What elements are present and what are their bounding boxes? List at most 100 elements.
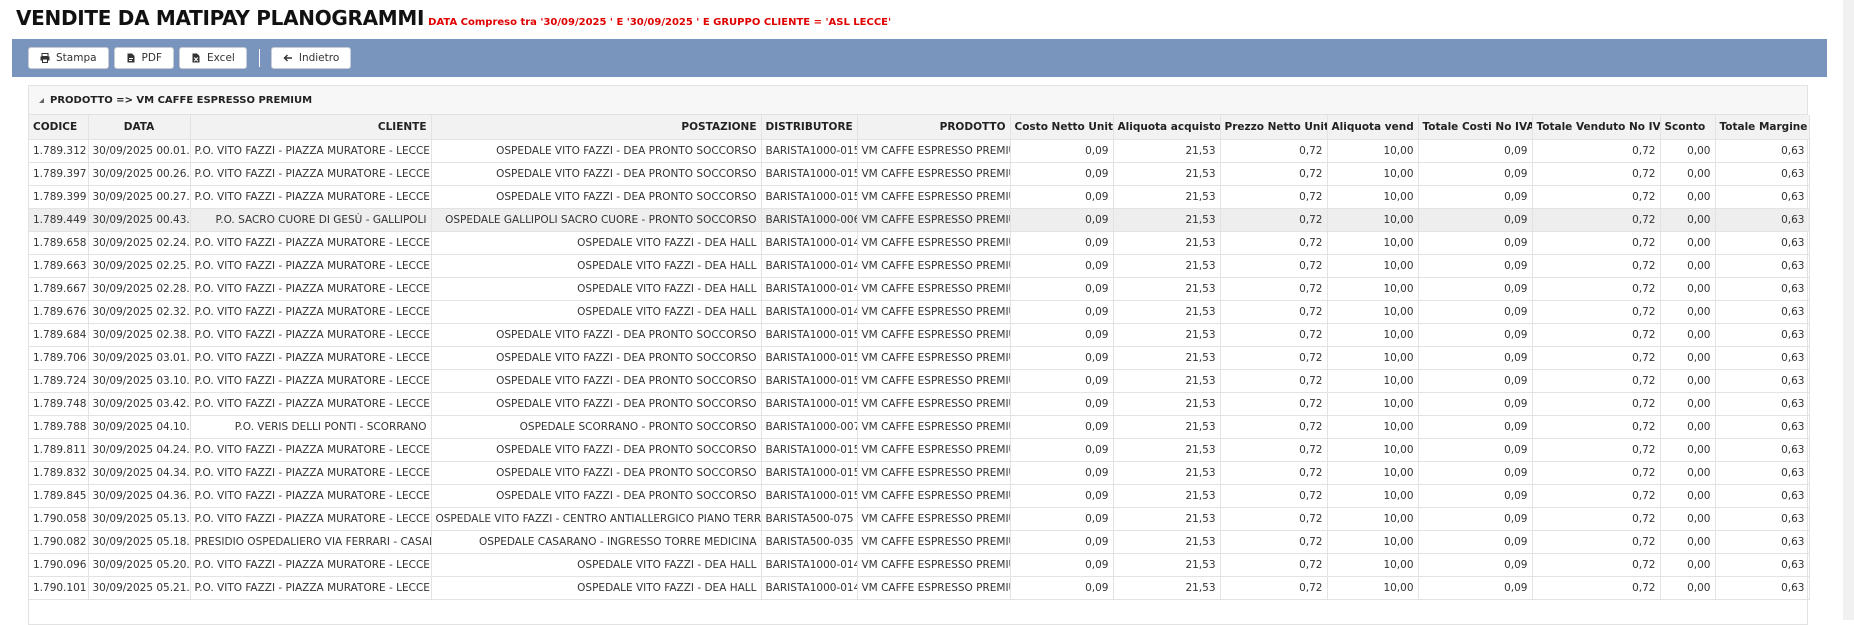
cell-codice: 1.789.663 [29,254,89,278]
excel-button[interactable]: Excel [179,47,247,69]
cell-data: 30/09/2025 00.01.40 [88,139,191,163]
cell-totale-costi: 0,09 [1418,369,1533,393]
print-button[interactable]: Stampa [28,47,109,69]
cell-postazione: OSPEDALE VITO FAZZI - DEA PRONTO SOCCORS… [431,162,762,186]
cell-costo-netto-unit: 0,09 [1010,300,1114,324]
cell-prodotto: VM CAFFE ESPRESSO PREMIUM [857,461,1011,485]
cell-totale-venduto: 0,72 [1532,461,1661,485]
col-header-sconto[interactable]: Sconto [1660,115,1716,140]
cell-aliquota-acquisto: 21,53 [1113,300,1221,324]
table-row[interactable]: 1.790.10130/09/2025 05.21.43P.O. VITO FA… [29,576,1810,600]
cell-prodotto: VM CAFFE ESPRESSO PREMIUM [857,553,1011,577]
table-row[interactable]: 1.789.66730/09/2025 02.28.22P.O. VITO FA… [29,277,1810,301]
cell-cliente: P.O. VITO FAZZI - PIAZZA MURATORE - LECC… [190,231,432,255]
cell-totale-venduto: 0,72 [1532,369,1661,393]
col-header-postazione[interactable]: POSTAZIONE [431,115,762,140]
cell-postazione: OSPEDALE CASARANO - INGRESSO TORRE MEDIC… [431,530,762,554]
col-header-prezzo-netto-unit[interactable]: Prezzo Netto Unit [1220,115,1328,140]
table-row[interactable]: 1.789.66330/09/2025 02.25.32P.O. VITO FA… [29,254,1810,278]
cell-sconto: 0,00 [1660,369,1716,393]
cell-totale-costi: 0,09 [1418,231,1533,255]
cell-cliente: P.O. VITO FAZZI - PIAZZA MURATORE - LECC… [190,438,432,462]
cell-totale-costi: 0,09 [1418,530,1533,554]
col-header-data[interactable]: DATA [88,115,191,140]
cell-totale-costi: 0,09 [1418,208,1533,232]
table-row[interactable]: 1.789.70630/09/2025 03.01.33P.O. VITO FA… [29,346,1810,370]
cell-prodotto: VM CAFFE ESPRESSO PREMIUM [857,392,1011,416]
cell-sconto: 0,00 [1660,277,1716,301]
table-row[interactable]: 1.789.81130/09/2025 04.24.14P.O. VITO FA… [29,438,1810,462]
cell-prodotto: VM CAFFE ESPRESSO PREMIUM [857,415,1011,439]
back-button[interactable]: Indietro [270,47,352,69]
cell-aliquota-acquisto: 21,53 [1113,576,1221,600]
col-header-aliquota-acquisto[interactable]: Aliquota acquisto [1113,115,1221,140]
cell-totale-margine: 0,63 [1715,208,1810,232]
pdf-button[interactable]: PDF [113,47,175,69]
cell-distributore: BARISTA1000-014 [761,254,858,278]
cell-costo-netto-unit: 0,09 [1010,323,1114,347]
back-button-label: Indietro [298,52,340,64]
col-header-codice[interactable]: CODICE [29,115,89,140]
cell-costo-netto-unit: 0,09 [1010,369,1114,393]
table-row[interactable]: 1.789.44930/09/2025 00.43.48P.O. SACRO C… [29,208,1810,232]
group-header[interactable]: PRODOTTO => VM CAFFE ESPRESSO PREMIUM [29,86,1807,115]
cell-aliquota-vend: 10,00 [1327,254,1419,278]
cell-codice: 1.789.724 [29,369,89,393]
cell-cliente: P.O. VITO FAZZI - PIAZZA MURATORE - LECC… [190,346,432,370]
cell-prezzo-netto-unit: 0,72 [1220,461,1328,485]
col-header-costo-netto-unit[interactable]: Costo Netto Unit [1010,115,1114,140]
col-header-aliquota-vend[interactable]: Aliquota vend [1327,115,1419,140]
cell-prodotto: VM CAFFE ESPRESSO PREMIUM [857,507,1011,531]
col-header-cliente[interactable]: CLIENTE [190,115,432,140]
table-row[interactable]: 1.789.84530/09/2025 04.36.28P.O. VITO FA… [29,484,1810,508]
cell-prodotto: VM CAFFE ESPRESSO PREMIUM [857,576,1011,600]
cell-data: 30/09/2025 05.20.12 [88,553,191,577]
table-row[interactable]: 1.790.09630/09/2025 05.20.12P.O. VITO FA… [29,553,1810,577]
cell-totale-margine: 0,63 [1715,530,1810,554]
cell-totale-costi: 0,09 [1418,415,1533,439]
table-row[interactable]: 1.789.78830/09/2025 04.10.59P.O. VERIS D… [29,415,1810,439]
table-row[interactable]: 1.790.05830/09/2025 05.13.43P.O. VITO FA… [29,507,1810,531]
cell-codice: 1.789.832 [29,461,89,485]
table-row[interactable]: 1.789.72430/09/2025 03.10.47P.O. VITO FA… [29,369,1810,393]
table-row[interactable]: 1.790.08230/09/2025 05.18.05PRESIDIO OSP… [29,530,1810,554]
cell-data: 30/09/2025 05.21.43 [88,576,191,600]
printer-icon [40,53,50,63]
cell-data: 30/09/2025 00.26.07 [88,162,191,186]
table-row[interactable]: 1.789.74830/09/2025 03.42.38P.O. VITO FA… [29,392,1810,416]
table-row[interactable]: 1.789.83230/09/2025 04.34.24P.O. VITO FA… [29,461,1810,485]
cell-prodotto: VM CAFFE ESPRESSO PREMIUM [857,185,1011,209]
table-row[interactable]: 1.789.65830/09/2025 02.24.01P.O. VITO FA… [29,231,1810,255]
cell-distributore: BARISTA1000-014 [761,300,858,324]
toolbar-separator [258,49,260,67]
cell-totale-margine: 0,63 [1715,484,1810,508]
cell-cliente: P.O. VITO FAZZI - PIAZZA MURATORE - LECC… [190,461,432,485]
cell-aliquota-vend: 10,00 [1327,369,1419,393]
col-header-prodotto[interactable]: PRODOTTO [857,115,1011,140]
cell-totale-venduto: 0,72 [1532,208,1661,232]
cell-totale-margine: 0,63 [1715,254,1810,278]
page-scrollbar[interactable] [1843,0,1854,620]
table-row[interactable]: 1.789.39930/09/2025 00.27.05P.O. VITO FA… [29,185,1810,209]
cell-aliquota-acquisto: 21,53 [1113,438,1221,462]
cell-data: 30/09/2025 03.01.33 [88,346,191,370]
cell-totale-margine: 0,63 [1715,277,1810,301]
table-row[interactable]: 1.789.67630/09/2025 02.32.29P.O. VITO FA… [29,300,1810,324]
cell-totale-venduto: 0,72 [1532,277,1661,301]
cell-totale-venduto: 0,72 [1532,185,1661,209]
table-row[interactable]: 1.789.39730/09/2025 00.26.07P.O. VITO FA… [29,162,1810,186]
cell-cliente: PRESIDIO OSPEDALIERO VIA FERRARI - CASAR… [190,530,432,554]
col-header-totale-venduto[interactable]: Totale Venduto No IVA [1532,115,1661,140]
cell-aliquota-vend: 10,00 [1327,576,1419,600]
col-header-distributore[interactable]: DISTRIBUTORE [761,115,858,140]
cell-cliente: P.O. SACRO CUORE DI GESÙ - GALLIPOLI [190,208,432,232]
table-row[interactable]: 1.789.31230/09/2025 00.01.40P.O. VITO FA… [29,139,1810,163]
cell-distributore: BARISTA1000-015 [761,484,858,508]
col-header-totale-costi[interactable]: Totale Costi No IVA [1418,115,1533,140]
table-row[interactable]: 1.789.68430/09/2025 02.38.16P.O. VITO FA… [29,323,1810,347]
cell-totale-costi: 0,09 [1418,346,1533,370]
cell-prodotto: VM CAFFE ESPRESSO PREMIUM [857,254,1011,278]
cell-codice: 1.789.667 [29,277,89,301]
col-header-totale-margine[interactable]: Totale Margine [1715,115,1810,140]
cell-totale-costi: 0,09 [1418,162,1533,186]
